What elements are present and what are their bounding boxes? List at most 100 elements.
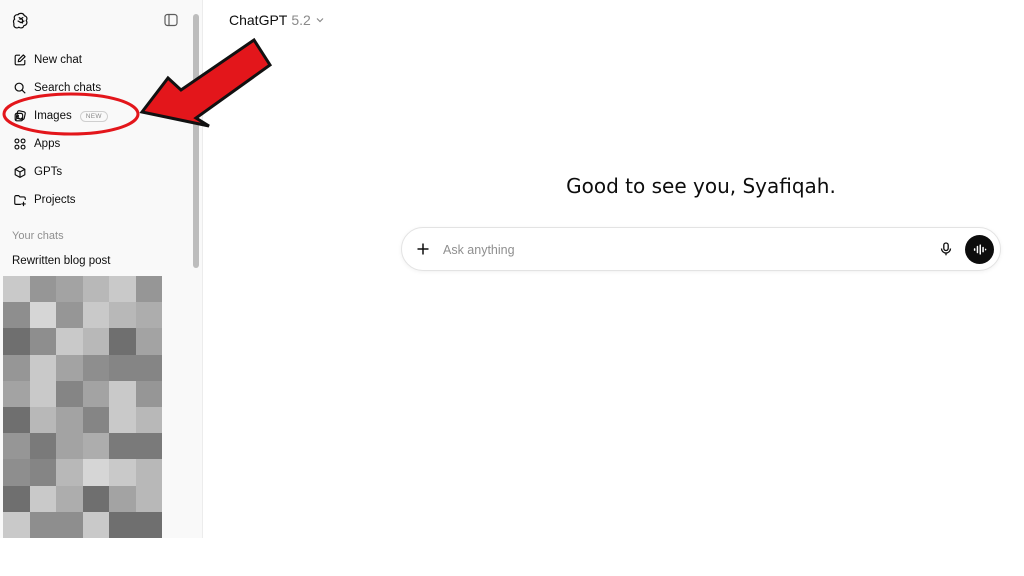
redaction-tile	[82, 354, 109, 381]
sidebar-item-label: GPTs	[34, 166, 63, 178]
redaction-tile	[82, 459, 109, 486]
model-version: 5.2	[291, 12, 311, 28]
redaction-tile	[82, 328, 109, 355]
redaction-tile	[135, 276, 162, 303]
sidebar-header	[0, 0, 202, 40]
ask-input[interactable]	[443, 238, 923, 262]
redaction-tile	[3, 276, 30, 303]
sidebar-scrollbar[interactable]	[193, 14, 199, 268]
redaction-tile	[109, 328, 136, 355]
redaction-tile	[3, 302, 30, 329]
redaction-tile	[56, 302, 83, 329]
redaction-tile	[109, 354, 136, 381]
redaction-tile	[29, 276, 56, 303]
redaction-tile	[109, 433, 136, 460]
redaction-tile	[29, 407, 56, 434]
redaction-tile	[3, 328, 30, 355]
search-icon	[13, 81, 27, 95]
redaction-tile	[82, 433, 109, 460]
composer	[401, 227, 1001, 271]
chat-item[interactable]: Rewritten blog post	[0, 248, 202, 274]
new-badge: NEW	[79, 110, 108, 122]
redaction-tile	[109, 302, 136, 329]
sidebar-item-label: Search chats	[34, 82, 102, 94]
model-selector[interactable]: ChatGPT 5.2	[229, 12, 325, 28]
redaction-tile	[135, 433, 162, 460]
sidebar-item-gpts[interactable]: GPTs	[0, 158, 202, 186]
sidebar-item-apps[interactable]: Apps	[0, 130, 202, 158]
openai-logo-icon[interactable]	[12, 11, 30, 29]
redaction-tile	[3, 433, 30, 460]
page-footer-space	[0, 538, 1024, 576]
redaction-tile	[135, 328, 162, 355]
redaction-tile	[82, 302, 109, 329]
redaction-tile	[109, 511, 136, 538]
model-name: ChatGPT	[229, 12, 288, 28]
redacted-chat-list	[3, 276, 162, 538]
redaction-tile	[135, 380, 162, 407]
sidebar: New chat Search chats Images NEW Apps GP…	[0, 0, 203, 538]
sidebar-item-search-chats[interactable]: Search chats	[0, 74, 202, 102]
redaction-tile	[3, 485, 30, 512]
sidebar-item-label: New chat	[34, 54, 82, 66]
sidebar-item-label: Apps	[34, 138, 61, 150]
redaction-tile	[56, 328, 83, 355]
sidebar-item-label: Projects	[34, 194, 76, 206]
chatgpt-app: New chat Search chats Images NEW Apps GP…	[0, 0, 1024, 538]
redaction-tile	[135, 511, 162, 538]
redaction-tile	[82, 511, 109, 538]
redaction-tile	[3, 354, 30, 381]
apps-grid-icon	[13, 137, 27, 151]
redaction-tile	[109, 380, 136, 407]
redaction-tile	[82, 407, 109, 434]
greeting: Good to see you, Syafiqah.	[566, 174, 836, 198]
redaction-tile	[56, 276, 83, 303]
edit-icon	[13, 53, 27, 67]
redaction-tile	[82, 380, 109, 407]
redaction-tile	[135, 459, 162, 486]
redaction-tile	[109, 459, 136, 486]
redaction-tile	[135, 354, 162, 381]
images-icon	[13, 109, 27, 123]
your-chats-heading: Your chats	[12, 230, 64, 242]
redaction-tile	[109, 276, 136, 303]
redaction-tile	[29, 328, 56, 355]
redaction-tile	[56, 485, 83, 512]
sidebar-item-label: Images	[34, 110, 72, 122]
redaction-tile	[135, 302, 162, 329]
main-area: ChatGPT 5.2 Good to see you, Syafiqah.	[203, 0, 1024, 538]
sidebar-item-new-chat[interactable]: New chat	[0, 46, 202, 74]
redaction-tile	[29, 485, 56, 512]
sidebar-toggle-icon[interactable]	[163, 12, 179, 28]
redaction-tile	[56, 380, 83, 407]
redaction-tile	[56, 354, 83, 381]
redaction-tile	[82, 485, 109, 512]
redaction-tile	[29, 459, 56, 486]
redaction-tile	[109, 407, 136, 434]
voice-mode-button[interactable]	[965, 235, 994, 264]
sidebar-nav: New chat Search chats Images NEW Apps GP…	[0, 46, 202, 214]
redaction-tile	[135, 485, 162, 512]
redaction-tile	[56, 433, 83, 460]
sidebar-item-images[interactable]: Images NEW	[0, 102, 202, 130]
redaction-tile	[56, 407, 83, 434]
redaction-tile	[3, 407, 30, 434]
redaction-tile	[29, 511, 56, 538]
redaction-tile	[3, 511, 30, 538]
plus-icon[interactable]	[415, 241, 431, 257]
cube-icon	[13, 165, 27, 179]
waveform-icon	[973, 244, 987, 255]
redaction-tile	[3, 459, 30, 486]
redaction-tile	[135, 407, 162, 434]
redaction-tile	[82, 276, 109, 303]
redaction-tile	[56, 511, 83, 538]
redaction-tile	[29, 302, 56, 329]
redaction-tile	[29, 354, 56, 381]
redaction-tile	[3, 380, 30, 407]
chevron-down-icon	[316, 18, 324, 23]
microphone-icon[interactable]	[938, 241, 954, 257]
redaction-tile	[29, 433, 56, 460]
folder-plus-icon	[13, 193, 27, 207]
redaction-tile	[56, 459, 83, 486]
sidebar-item-projects[interactable]: Projects	[0, 186, 202, 214]
